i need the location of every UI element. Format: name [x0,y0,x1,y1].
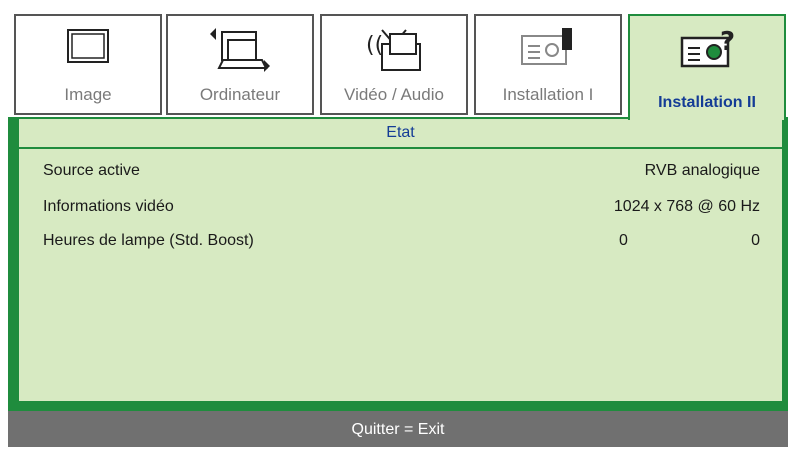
tab-installation-1[interactable]: Installation I [474,14,622,115]
tab-image[interactable]: Image [14,14,162,115]
lamp-std-value: 0 [619,232,628,249]
tab-ordinateur[interactable]: Ordinateur [166,14,314,115]
svg-text:?: ? [720,27,735,57]
tab-label: Installation II [658,94,756,111]
tab-label: Ordinateur [199,85,281,104]
info-row-source: Source active RVB analogique [43,162,760,188]
row-label: Informations vidéo [43,198,174,215]
tab-installation-2[interactable]: ? Installation II [628,14,786,120]
section-title: Etat [19,119,782,149]
tv-antenna-icon: (( [322,26,466,88]
footer-bar: Quitter = Exit [8,411,788,447]
projector-icon [476,26,620,88]
lamp-boost-value: 0 [751,232,760,249]
info-row-lamp-hours: Heures de lampe (Std. Boost) 0 0 [43,232,760,258]
tab-label: Installation I [502,85,594,104]
projector-help-icon: ? [630,26,784,88]
svg-text:((: (( [366,33,383,58]
settings-panel: Etat Source active RVB analogique Inform… [17,117,784,403]
info-row-video: Informations vidéo 1024 x 768 @ 60 Hz [43,198,760,224]
screen-icon [16,26,160,88]
tab-strip: Image Ordinateur (( Vidéo / Audio Instal… [8,0,788,120]
tab-video-audio[interactable]: (( Vidéo / Audio [320,14,468,115]
row-value: RVB analogique [644,162,760,179]
row-label: Heures de lampe (Std. Boost) [43,232,254,249]
tab-label: Vidéo / Audio [344,85,444,104]
laptop-icon [168,26,312,88]
tab-label: Image [64,85,112,104]
row-label: Source active [43,162,140,179]
row-value: 1024 x 768 @ 60 Hz [613,198,760,215]
